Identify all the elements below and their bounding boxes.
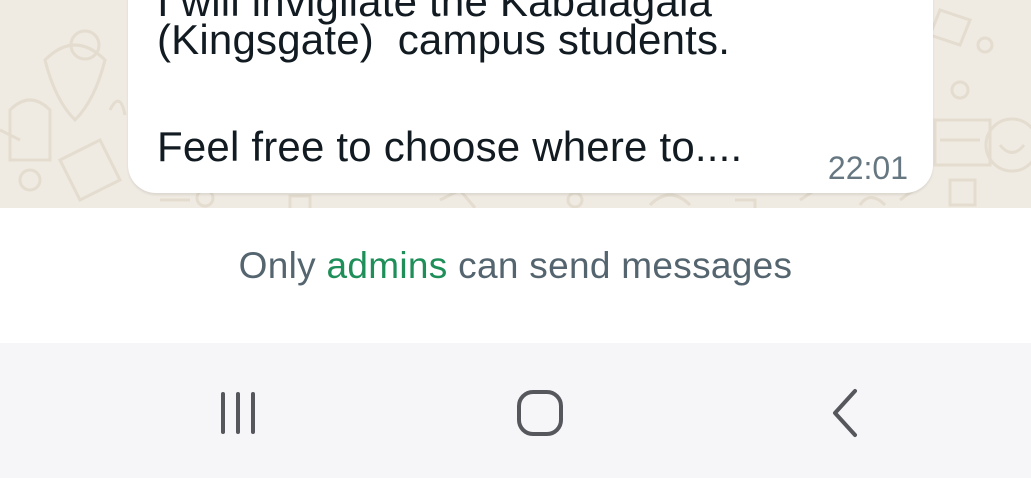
admins-link[interactable]: admins — [327, 245, 448, 286]
message-bubble[interactable]: I will invigilate the Kabalagala (Kingsg… — [128, 0, 933, 193]
home-icon — [517, 390, 563, 436]
admin-only-notice: Only admins can send messages — [0, 245, 1031, 287]
chat-area[interactable]: I will invigilate the Kabalagala (Kingsg… — [0, 0, 1031, 208]
recents-button[interactable] — [203, 383, 273, 443]
back-icon — [833, 389, 857, 437]
home-button[interactable] — [505, 383, 575, 443]
back-button[interactable] — [808, 383, 878, 443]
admin-only-notice-bar: Only admins can send messages — [0, 208, 1031, 343]
message-timestamp: 22:01 — [827, 150, 908, 186]
notice-prefix: Only — [238, 245, 327, 286]
system-navigation-bar — [0, 343, 1031, 478]
recents-icon — [221, 392, 255, 434]
message-text-line: Feel free to choose where to.... — [157, 123, 743, 170]
message-text-line: (Kingsgate) campus students. — [157, 16, 731, 63]
notice-suffix: can send messages — [447, 245, 793, 286]
